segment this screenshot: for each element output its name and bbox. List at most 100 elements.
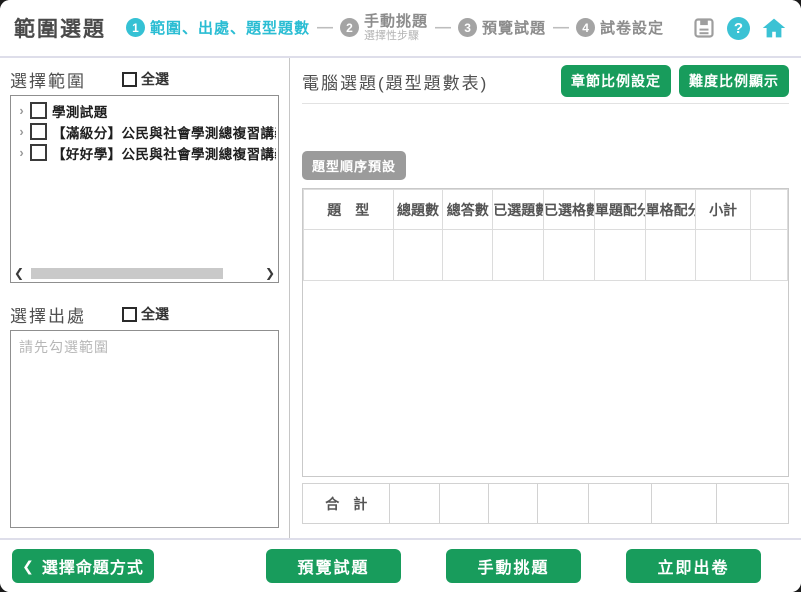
step-4-number: 4 — [576, 18, 595, 37]
chevron-left-icon: ❮ — [22, 558, 35, 575]
col-empty — [750, 190, 787, 230]
source-select-all-label: 全選 — [141, 304, 169, 324]
page-title: 範圍選題 — [14, 13, 106, 43]
tree-item: › 學測試題 — [15, 100, 276, 121]
question-type-table-panel: 題 型 總題數 總答數 已選題數 已選格數 單題配分 單格配分 小計 — [302, 188, 789, 477]
tree-checkbox[interactable] — [30, 102, 47, 119]
back-button-label: 選擇命題方式 — [42, 554, 144, 578]
chevron-right-icon[interactable]: › — [15, 125, 28, 138]
scrollbar-thumb[interactable] — [31, 268, 223, 279]
generate-paper-button[interactable]: 立即出卷 — [626, 549, 761, 583]
footer-bar: ❮ 選擇命題方式 預覽試題 手動挑題 立即出卷 — [0, 538, 801, 592]
chevron-right-icon[interactable]: › — [15, 146, 28, 159]
save-icon[interactable] — [692, 16, 716, 40]
range-select-all-label: 全選 — [141, 69, 169, 89]
range-select-all-checkbox[interactable]: 全選 — [122, 69, 169, 89]
cell-question-type — [304, 230, 394, 281]
computer-selection-title: 電腦選題(題型題數表) — [302, 69, 488, 94]
step-4-paper-settings[interactable]: 4 試卷設定 — [576, 17, 664, 38]
step-2-label: 手動挑題 — [364, 13, 428, 30]
cell-selected-blanks — [544, 230, 595, 281]
totals-row: 合 計 — [303, 484, 789, 524]
scroll-left-icon[interactable]: ❮ — [12, 267, 26, 280]
totals-cell — [588, 484, 651, 524]
step-separator: — — [317, 19, 333, 37]
range-tree: › 學測試題 › 【滿級分】公民與社會學測總複習講義 實 › 【好好學】公民與社… — [10, 95, 279, 283]
cell-selected-questions — [493, 230, 544, 281]
step-1-range[interactable]: 1 範圍、出處、題型題數 — [126, 17, 310, 38]
step-3-label: 預覽試題 — [482, 17, 546, 38]
range-section-title: 選擇範圍 — [10, 67, 86, 92]
question-order-preset-badge[interactable]: 題型順序預設 — [302, 151, 406, 180]
tree-item-label: 學測試題 — [52, 101, 108, 121]
totals-cell — [651, 484, 716, 524]
totals-label: 合 計 — [303, 484, 390, 524]
cell-total-answers — [443, 230, 493, 281]
totals-cell — [390, 484, 440, 524]
step-2-number: 2 — [340, 18, 359, 37]
col-selected-blanks: 已選格數 — [544, 190, 595, 230]
tree-item-label: 【滿級分】公民與社會學測總複習講義 實 — [52, 122, 276, 142]
manual-pick-button[interactable]: 手動挑題 — [446, 549, 581, 583]
source-placeholder: 請先勾選範圍 — [19, 337, 270, 357]
step-1-label: 範圍、出處、題型題數 — [150, 17, 310, 38]
step-1-number: 1 — [126, 18, 145, 37]
main-content: 選擇範圍 全選 › 學測試題 › 【滿級分】公民與社會學測總複習講義 實 — [0, 58, 801, 538]
chapter-ratio-button[interactable]: 章節比例設定 — [561, 65, 671, 97]
scroll-right-icon[interactable]: ❯ — [263, 267, 277, 280]
cell-empty — [750, 230, 787, 281]
right-panel: 電腦選題(題型題數表) 章節比例設定 難度比例顯示 題型順序預設 — [290, 58, 801, 538]
tree-checkbox[interactable] — [30, 123, 47, 140]
cell-points-per-question — [594, 230, 645, 281]
cell-total-questions — [393, 230, 443, 281]
chevron-right-icon[interactable]: › — [15, 104, 28, 117]
question-type-table: 題 型 總題數 總答數 已選題數 已選格數 單題配分 單格配分 小計 — [303, 189, 788, 281]
preview-questions-button[interactable]: 預覽試題 — [266, 549, 401, 583]
step-separator: — — [435, 19, 451, 37]
back-to-method-button[interactable]: ❮ 選擇命題方式 — [12, 549, 154, 583]
cell-points-per-blank — [645, 230, 696, 281]
totals-cell — [440, 484, 489, 524]
col-total-answers: 總答數 — [443, 190, 493, 230]
checkbox-icon — [122, 72, 137, 87]
step-separator: — — [553, 19, 569, 37]
checkbox-icon — [122, 307, 137, 322]
table-row — [304, 230, 788, 281]
cell-subtotal — [696, 230, 750, 281]
left-panel: 選擇範圍 全選 › 學測試題 › 【滿級分】公民與社會學測總複習講義 實 — [0, 58, 290, 538]
tree-item: › 【好好學】公民與社會學測總複習講義 實 — [15, 142, 276, 163]
totals-cell — [717, 484, 789, 524]
difficulty-ratio-button[interactable]: 難度比例顯示 — [679, 65, 789, 97]
source-select-all-checkbox[interactable]: 全選 — [122, 304, 169, 324]
totals-table: 合 計 — [302, 483, 789, 524]
source-section-title: 選擇出處 — [10, 302, 86, 327]
wizard-stepper: 1 範圍、出處、題型題數 — 2 手動挑題 選擇性步驟 — 3 預覽試題 — 4… — [126, 13, 682, 43]
col-selected-questions: 已選題數 — [493, 190, 544, 230]
step-4-label: 試卷設定 — [600, 17, 664, 38]
step-3-number: 3 — [458, 18, 477, 37]
help-glyph: ? — [734, 20, 743, 37]
col-question-type: 題 型 — [304, 190, 394, 230]
source-list: 請先勾選範圍 — [10, 330, 279, 528]
table-header-row: 題 型 總題數 總答數 已選題數 已選格數 單題配分 單格配分 小計 — [304, 190, 788, 230]
header-icons: ? — [692, 16, 787, 40]
tree-item: › 【滿級分】公民與社會學測總複習講義 實 — [15, 121, 276, 142]
tree-item-label: 【好好學】公民與社會學測總複習講義 實 — [52, 143, 276, 163]
totals-cell — [538, 484, 589, 524]
col-total-questions: 總題數 — [393, 190, 443, 230]
totals-cell — [488, 484, 538, 524]
col-points-per-question: 單題配分 — [594, 190, 645, 230]
section-divider — [302, 103, 789, 104]
quiz-builder-window: 範圍選題 1 範圍、出處、題型題數 — 2 手動挑題 選擇性步驟 — 3 預覽試… — [0, 0, 801, 592]
app-header: 範圍選題 1 範圍、出處、題型題數 — 2 手動挑題 選擇性步驟 — 3 預覽試… — [0, 0, 801, 58]
col-subtotal: 小計 — [696, 190, 750, 230]
help-icon[interactable]: ? — [727, 17, 750, 40]
tree-checkbox[interactable] — [30, 144, 47, 161]
step-2-sublabel: 選擇性步驟 — [364, 30, 428, 43]
col-points-per-blank: 單格配分 — [645, 190, 696, 230]
horizontal-scrollbar: ❮ ❯ — [12, 266, 277, 281]
scrollbar-track[interactable] — [26, 268, 263, 279]
step-3-preview[interactable]: 3 預覽試題 — [458, 17, 546, 38]
step-2-manual-pick[interactable]: 2 手動挑題 選擇性步驟 — [340, 13, 428, 43]
home-icon[interactable] — [761, 16, 787, 40]
